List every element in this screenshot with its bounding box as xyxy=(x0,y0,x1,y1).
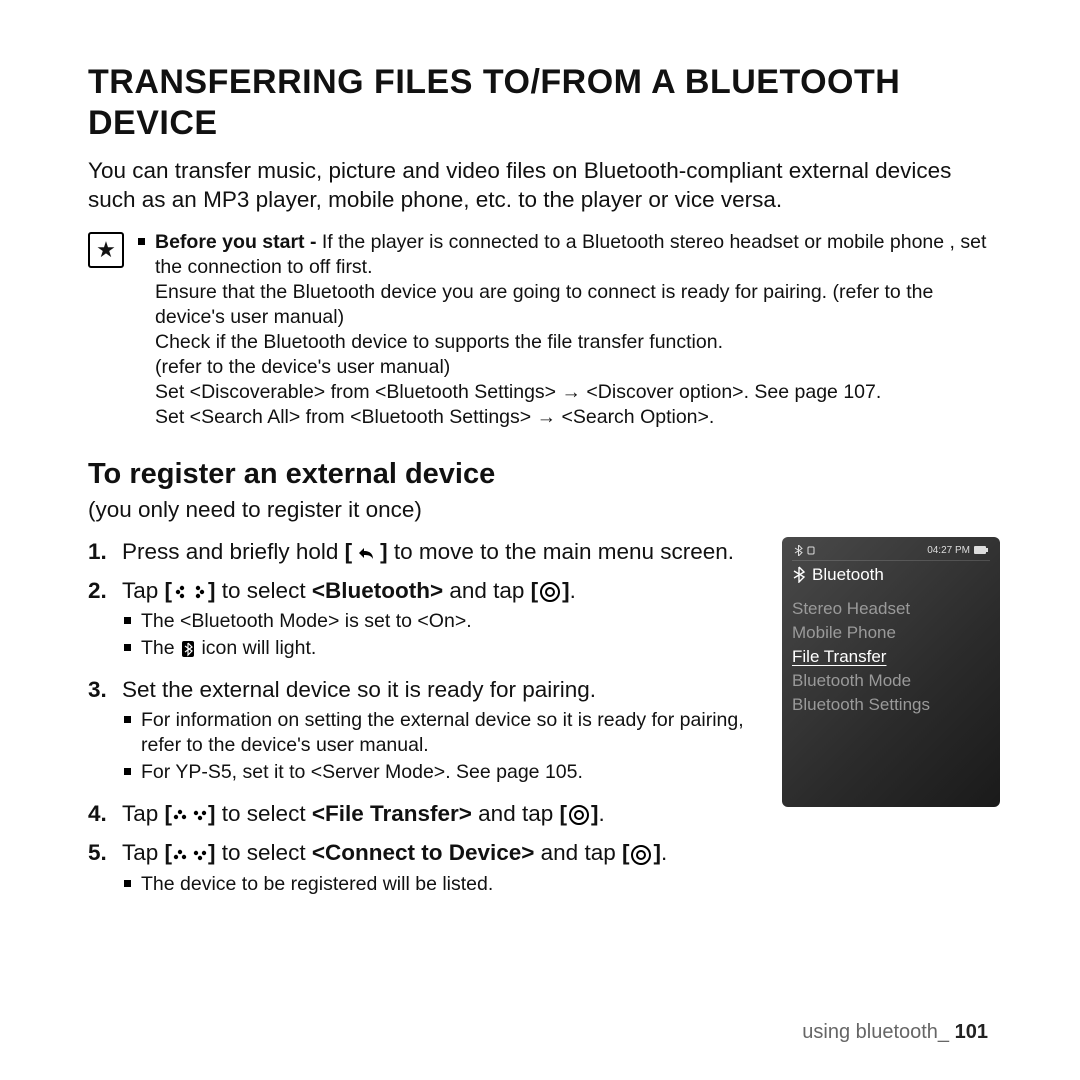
bullet-icon xyxy=(124,880,131,887)
bullet-icon xyxy=(124,644,131,651)
bluetooth-status-icon xyxy=(794,545,803,556)
select-circle-icon xyxy=(568,804,590,826)
note-line: Set <Search All> from <Bluetooth Setting… xyxy=(155,405,1000,430)
up-down-dots-icon xyxy=(173,808,207,822)
section-subhead: To register an external device xyxy=(88,458,1000,491)
phone-menu-item: Stereo Headset xyxy=(792,597,990,621)
bluetooth-icon xyxy=(792,566,806,583)
step-5: 5. Tap [ ] to select <Connect to Device>… xyxy=(88,838,764,900)
bullet-icon xyxy=(124,617,131,624)
phone-screen-title: Bluetooth xyxy=(792,565,990,585)
left-right-dots-icon xyxy=(173,585,207,599)
intro-text: You can transfer music, picture and vide… xyxy=(88,156,1000,215)
back-icon xyxy=(353,543,379,563)
note-body: Before you start - If the player is conn… xyxy=(138,230,1000,430)
bullet-icon xyxy=(124,768,131,775)
note-before-label: Before you start - xyxy=(155,231,316,253)
note-star-icon: ★ xyxy=(88,232,124,268)
status-left-icons xyxy=(794,545,815,556)
step-4: 4. Tap [ ] to select <File Transfer> and… xyxy=(88,799,764,828)
bullet-icon xyxy=(138,238,145,245)
note-line: Ensure that the Bluetooth device you are… xyxy=(155,280,1000,330)
manual-page: TRANSFERRING FILES TO/FROM A BLUETOOTH D… xyxy=(0,0,1080,1080)
step-3: 3. Set the external device so it is read… xyxy=(88,675,764,789)
footer-page-number: 101 xyxy=(955,1021,988,1043)
steps-column: 1. Press and briefly hold [ ] to move to… xyxy=(88,537,764,911)
step-1: 1. Press and briefly hold [ ] to move to… xyxy=(88,537,764,566)
select-circle-icon xyxy=(539,581,561,603)
footer-section: using bluetooth_ xyxy=(802,1021,949,1043)
page-title: TRANSFERRING FILES TO/FROM A BLUETOOTH D… xyxy=(88,62,1000,144)
phone-menu-item: Bluetooth Mode xyxy=(792,669,990,693)
note-line: Check if the Bluetooth device to support… xyxy=(155,330,1000,355)
note-line: Set <Discoverable> from <Bluetooth Setti… xyxy=(155,380,1000,405)
phone-status-bar: 04:27 PM xyxy=(792,545,990,561)
up-down-dots-icon xyxy=(173,848,207,862)
bullet-icon xyxy=(124,716,131,723)
phone-time: 04:27 PM xyxy=(927,545,970,556)
select-circle-icon xyxy=(630,844,652,866)
phone-menu-item: Mobile Phone xyxy=(792,621,990,645)
note-line: (refer to the device's user manual) xyxy=(155,355,1000,380)
section-subintro: (you only need to register it once) xyxy=(88,497,1000,523)
page-footer: using bluetooth_ 101 xyxy=(802,1021,988,1044)
note-block: ★ Before you start - If the player is co… xyxy=(88,230,1000,430)
bluetooth-indicator-icon xyxy=(181,640,195,658)
phone-menu-item: Bluetooth Settings xyxy=(792,693,990,717)
phone-menu: Stereo Headset Mobile Phone File Transfe… xyxy=(792,597,990,717)
step-2: 2. Tap [ ] to select <Bluetooth> and tap… xyxy=(88,576,764,665)
battery-icon xyxy=(974,546,988,554)
device-screenshot: 04:27 PM Bluetooth Stereo Headset Mobile… xyxy=(782,537,1000,807)
phone-menu-item-selected: File Transfer xyxy=(792,645,990,669)
hold-status-icon xyxy=(807,545,815,555)
